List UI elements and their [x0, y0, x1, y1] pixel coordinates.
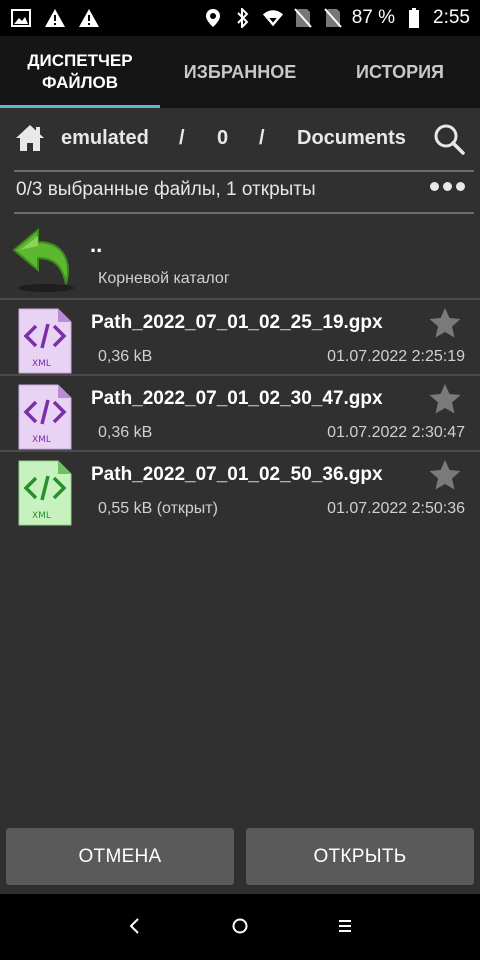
recents-icon[interactable] [336, 916, 354, 941]
file-date: 01.07.2022 2:30:47 [327, 424, 465, 441]
file-size: 0,36 kB [98, 348, 153, 365]
image-icon [10, 7, 32, 29]
breadcrumb-separator: / [179, 127, 185, 149]
file-name: Path_2022_07_01_02_30_47.gpx [91, 388, 383, 409]
list-item[interactable]: XML Path_2022_07_01_02_30_47.gpx 0,36 kB… [0, 376, 480, 452]
breadcrumb-0[interactable]: 0 [217, 127, 228, 150]
home-icon[interactable] [14, 122, 46, 159]
breadcrumb-documents[interactable]: Documents [297, 127, 406, 150]
file-size: 0,55 kB (открыт) [98, 500, 218, 517]
file-browser: emulated / 0 / Documents 0/3 выбранные ф… [0, 108, 480, 894]
warning-icon [78, 7, 100, 29]
tab-bar: ДИСПЕТЧЕР ФАЙЛОВ ИЗБРАННОЕ ИСТОРИЯ [0, 36, 480, 108]
svg-text:XML: XML [32, 511, 51, 521]
bluetooth-icon [232, 7, 254, 29]
breadcrumb-emulated[interactable]: emulated [61, 127, 149, 150]
breadcrumb-separator: / [259, 127, 265, 149]
svg-text:XML: XML [32, 435, 51, 445]
star-icon[interactable] [428, 307, 462, 344]
back-arrow-icon [10, 226, 80, 299]
clock: 2:55 [433, 7, 470, 28]
warning-icon [44, 7, 66, 29]
no-sim-icon [322, 7, 344, 29]
more-options-icon[interactable] [430, 182, 465, 191]
location-icon [202, 7, 224, 29]
selection-count: 0/3 выбранные файлы, 1 открыты [16, 179, 316, 200]
divider [14, 212, 474, 214]
parent-directory-name: .. [90, 232, 103, 257]
home-button-icon[interactable] [230, 916, 250, 941]
star-icon[interactable] [428, 383, 462, 420]
parent-directory-label: Корневой каталог [98, 270, 230, 287]
list-item[interactable]: XML Path_2022_07_01_02_50_36.gpx 0,55 kB… [0, 452, 480, 528]
navigation-bar [0, 894, 480, 960]
file-name: Path_2022_07_01_02_25_19.gpx [91, 312, 383, 333]
file-name: Path_2022_07_01_02_50_36.gpx [91, 464, 383, 485]
tab-file-manager[interactable]: ДИСПЕТЧЕР ФАЙЛОВ [0, 36, 160, 108]
svg-text:XML: XML [32, 359, 51, 369]
selection-info: 0/3 выбранные файлы, 1 открыты [0, 170, 480, 212]
status-bar: 87 % 2:55 [0, 0, 480, 36]
battery-percent: 87 % [351, 7, 396, 28]
file-date: 01.07.2022 2:50:36 [327, 500, 465, 517]
open-button[interactable]: ОТКРЫТЬ [246, 828, 474, 885]
battery-icon [403, 7, 425, 29]
star-icon[interactable] [428, 459, 462, 496]
cancel-button[interactable]: ОТМЕНА [6, 828, 234, 885]
xml-file-icon: XML [18, 460, 72, 531]
file-size: 0,36 kB [98, 424, 153, 441]
parent-directory-item[interactable]: .. Корневой каталог [0, 220, 480, 300]
search-icon[interactable] [432, 122, 466, 161]
back-icon[interactable] [126, 916, 144, 941]
breadcrumb: emulated / 0 / Documents [0, 108, 480, 170]
file-date: 01.07.2022 2:25:19 [327, 348, 465, 365]
list-item[interactable]: XML Path_2022_07_01_02_25_19.gpx 0,36 kB… [0, 300, 480, 376]
wifi-icon [262, 7, 284, 29]
xml-file-icon: XML [18, 308, 72, 379]
tab-favorites[interactable]: ИЗБРАННОЕ [160, 36, 320, 108]
xml-file-icon: XML [18, 384, 72, 455]
tab-history[interactable]: ИСТОРИЯ [320, 36, 480, 108]
no-sim-icon [292, 7, 314, 29]
